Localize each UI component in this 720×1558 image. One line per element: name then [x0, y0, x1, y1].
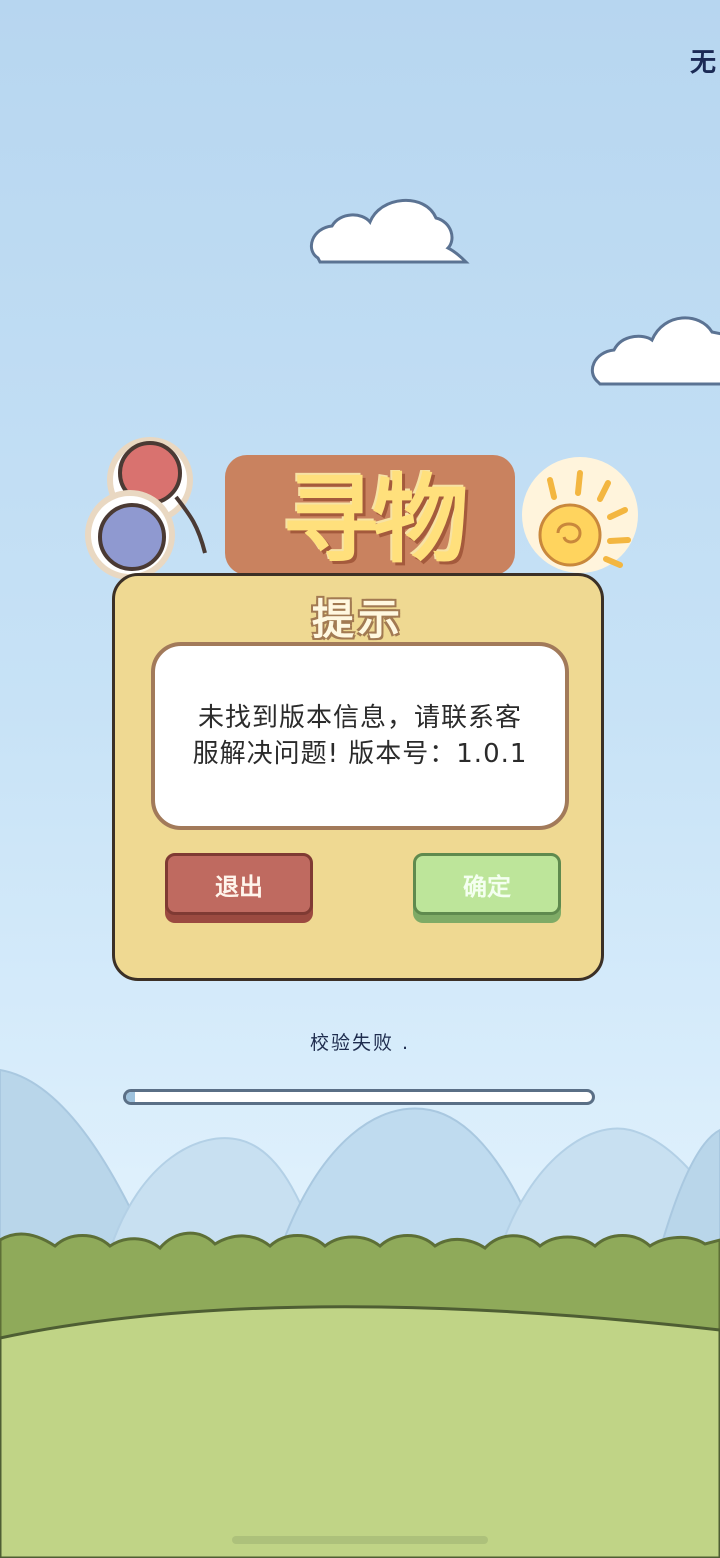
cloud-top	[309, 198, 470, 264]
dialog-title: 提示	[311, 595, 404, 644]
confirm-button[interactable]: 确定	[413, 853, 561, 915]
cloud-right	[591, 316, 720, 386]
loading-progress-fill	[126, 1092, 136, 1102]
logo-title: 寻物	[282, 470, 469, 570]
status-corner-text: 无	[690, 48, 716, 78]
dialog-message-box: 未找到版本信息，请联系客服解决问题! 版本号：1.0.1	[151, 642, 569, 830]
loading-progress-bar	[123, 1089, 595, 1105]
home-indicator[interactable]	[232, 1536, 488, 1544]
sun-icon	[522, 457, 638, 573]
exit-button[interactable]: 退出	[165, 853, 313, 915]
dialog-message: 未找到版本信息，请联系客服解决问题! 版本号：1.0.1	[192, 703, 528, 769]
loading-status-text: 校验失败 .	[309, 1032, 411, 1054]
grass-field	[0, 1305, 720, 1558]
alert-dialog: 提示 未找到版本信息，请联系客服解决问题! 版本号：1.0.1 退出 确定	[112, 573, 604, 981]
